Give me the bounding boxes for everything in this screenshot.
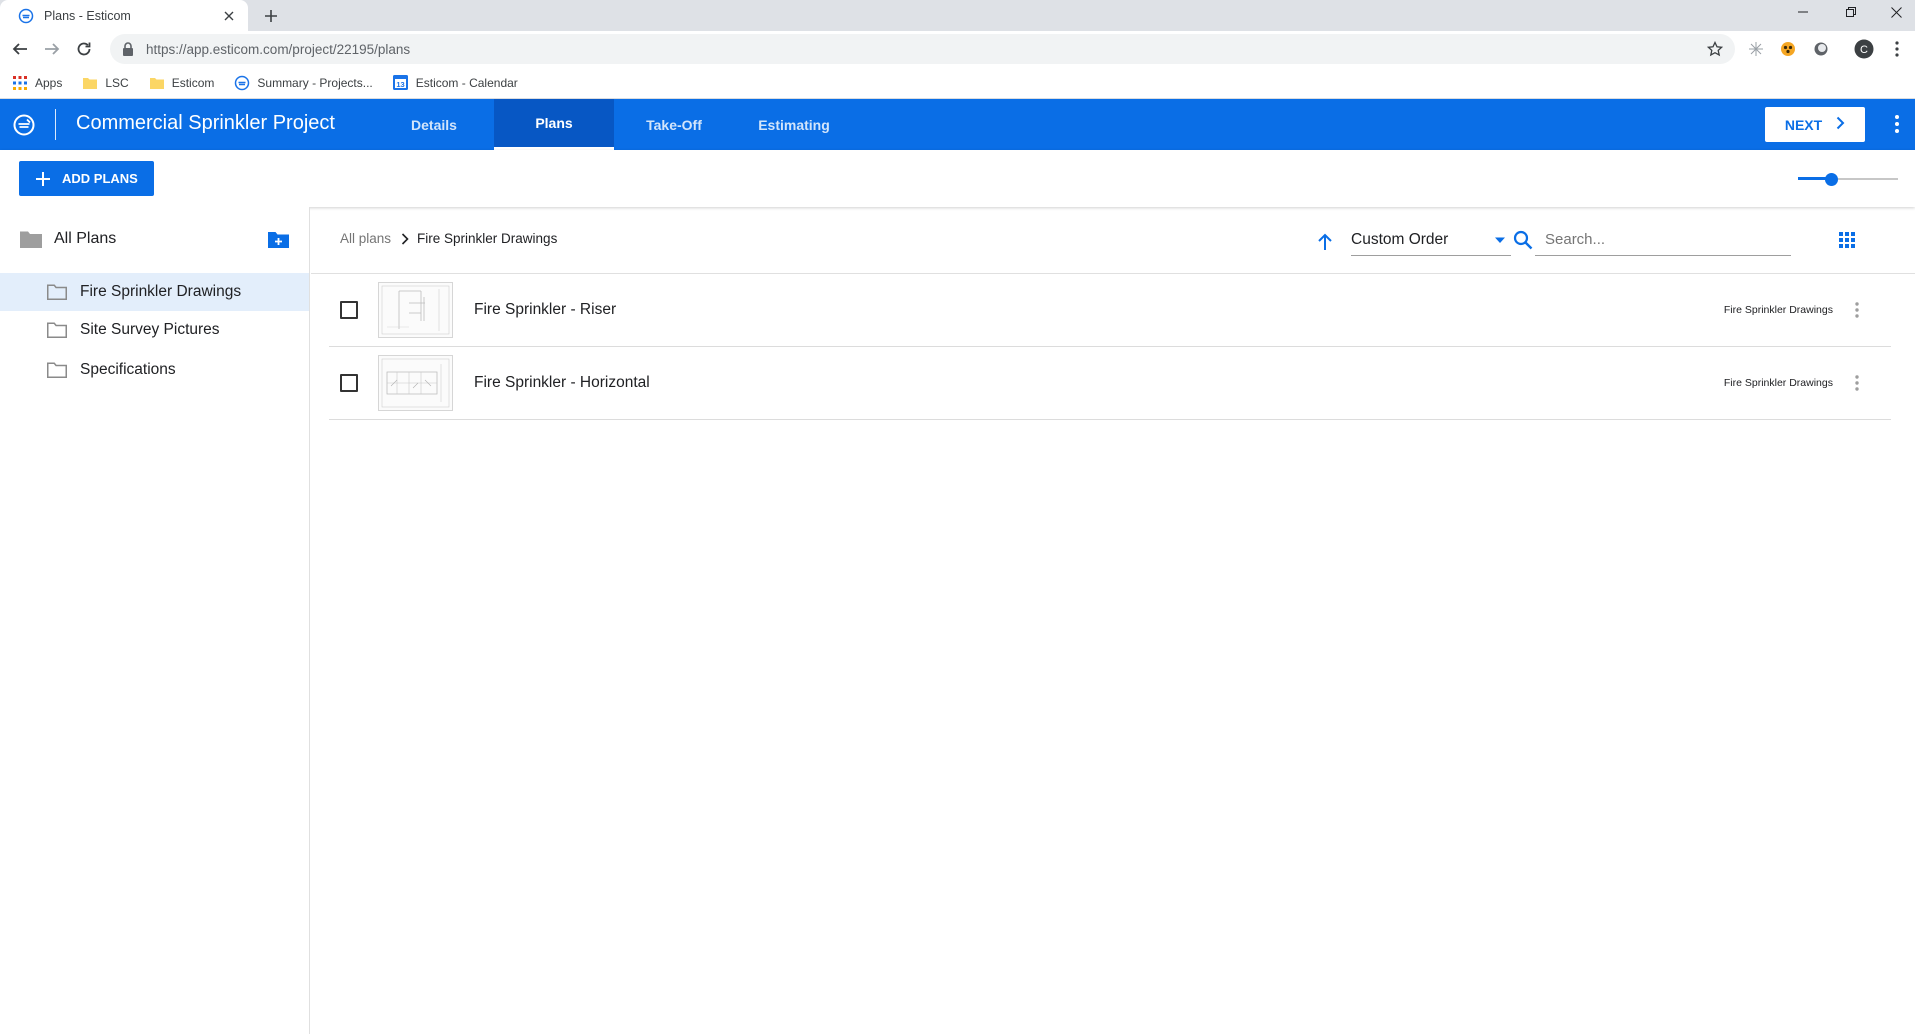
folder-filled-icon <box>20 230 42 248</box>
browser-tab[interactable]: Plans - Esticom <box>0 0 248 31</box>
forward-arrow-icon[interactable] <box>40 37 64 61</box>
tab-plans[interactable]: Plans <box>494 99 614 150</box>
sidebar-item-fire-sprinkler-drawings[interactable]: Fire Sprinkler Drawings <box>0 273 309 311</box>
calendar-icon: 13 <box>393 75 409 91</box>
sort-order-select[interactable]: Custom Order <box>1351 224 1511 256</box>
more-vert-icon[interactable] <box>1885 112 1909 136</box>
sidebar-item-label: Fire Sprinkler Drawings <box>80 283 242 300</box>
add-plans-label: ADD PLANS <box>62 171 138 186</box>
folder-outline-icon <box>47 362 67 378</box>
lock-icon <box>122 42 136 56</box>
bookmark-star-icon[interactable] <box>1705 39 1725 59</box>
sidebar-item-all-plans[interactable]: All Plans <box>0 219 309 259</box>
chevron-right-icon <box>398 232 412 246</box>
plan-name[interactable]: Fire Sprinkler - Riser <box>474 301 1724 319</box>
plan-checkbox[interactable] <box>340 301 358 319</box>
address-bar[interactable]: https://app.esticom.com/project/22195/pl… <box>110 34 1735 64</box>
esticom-logo-icon <box>234 75 250 91</box>
sidebar-item-specifications[interactable]: Specifications <box>0 351 309 389</box>
sidebar-item-label: Specifications <box>80 361 176 378</box>
tab-estimating[interactable]: Estimating <box>734 99 854 150</box>
action-bar: ADD PLANS <box>0 150 1915 207</box>
folder-icon <box>149 75 165 91</box>
address-url: https://app.esticom.com/project/22195/pl… <box>146 41 411 57</box>
reload-icon[interactable] <box>72 37 96 61</box>
tab-title: Plans - Esticom <box>44 8 131 23</box>
plan-row[interactable]: Fire Sprinkler - Riser Fire Sprinkler Dr… <box>329 274 1891 347</box>
bookmarks-bar: Apps LSC Esticom Summary - Projects... 1… <box>0 67 1915 99</box>
app-header: Commercial Sprinkler Project Details Pla… <box>0 99 1915 150</box>
bookmark-esticom-calendar[interactable]: 13 Esticom - Calendar <box>393 75 518 91</box>
bookmark-label: LSC <box>105 75 129 90</box>
browser-tabstrip: Plans - Esticom <box>0 0 1915 31</box>
sort-ascending-arrow-icon[interactable] <box>1315 232 1335 252</box>
close-window-icon[interactable] <box>1876 0 1915 24</box>
tab-take-off[interactable]: Take-Off <box>614 99 734 150</box>
new-folder-icon[interactable] <box>267 229 289 249</box>
more-vert-icon[interactable] <box>1847 371 1867 395</box>
bookmark-lsc[interactable]: LSC <box>82 75 129 91</box>
header-divider <box>55 109 56 140</box>
tab-details[interactable]: Details <box>374 99 494 150</box>
add-plans-button[interactable]: ADD PLANS <box>19 161 154 196</box>
breadcrumb: All plans Fire Sprinkler Drawings <box>340 231 557 246</box>
more-vert-icon[interactable] <box>1847 298 1867 322</box>
new-tab-icon[interactable] <box>258 3 284 29</box>
sidebar-item-site-survey-pictures[interactable]: Site Survey Pictures <box>0 311 309 349</box>
breadcrumb-current: Fire Sprinkler Drawings <box>417 231 558 246</box>
sort-order-value: Custom Order <box>1351 230 1449 248</box>
plan-folder-label: Fire Sprinkler Drawings <box>1723 377 1833 389</box>
plan-folder-label: Fire Sprinkler Drawings <box>1723 304 1833 316</box>
search-icon[interactable] <box>1512 229 1534 251</box>
restore-icon[interactable] <box>1831 0 1871 24</box>
plan-row[interactable]: Fire Sprinkler - Horizontal Fire Sprinkl… <box>329 347 1891 420</box>
extension-snowflake-icon[interactable] <box>1746 39 1766 59</box>
bookmark-label: Apps <box>35 75 63 90</box>
bookmark-label: Esticom - Calendar <box>415 75 518 90</box>
bookmark-apps[interactable]: Apps <box>12 75 62 91</box>
next-button-label: NEXT <box>1784 116 1823 133</box>
folder-outline-icon <box>47 284 67 300</box>
esticom-logo-icon[interactable] <box>12 113 36 137</box>
project-title: Commercial Sprinkler Project <box>76 112 335 134</box>
profile-initial: C <box>1860 44 1868 56</box>
profile-avatar[interactable]: C <box>1854 39 1874 59</box>
folder-icon <box>82 75 98 91</box>
sidebar-item-label: Site Survey Pictures <box>80 321 220 338</box>
calendar-badge: 13 <box>397 80 405 89</box>
plans-main-panel: All plans Fire Sprinkler Drawings Custom… <box>311 207 1915 1034</box>
bookmark-label: Esticom <box>171 75 215 90</box>
bookmark-esticom[interactable]: Esticom <box>149 75 215 91</box>
minimize-icon[interactable] <box>1783 0 1823 24</box>
browser-menu-icon[interactable] <box>1887 39 1907 59</box>
folder-outline-icon <box>47 322 67 338</box>
plan-name[interactable]: Fire Sprinkler - Horizontal <box>474 374 1724 392</box>
grid-view-icon[interactable] <box>1836 229 1858 251</box>
extension-honey-icon[interactable] <box>1778 39 1798 59</box>
bookmark-summary-projects[interactable]: Summary - Projects... <box>234 75 373 91</box>
plus-icon <box>34 170 52 188</box>
plan-checkbox[interactable] <box>340 374 358 392</box>
caret-down-icon <box>1493 233 1507 247</box>
esticom-favicon-icon <box>18 8 34 24</box>
plan-thumbnail[interactable] <box>378 355 453 411</box>
extension-circle-icon[interactable] <box>1811 39 1831 59</box>
back-arrow-icon[interactable] <box>8 37 32 61</box>
bookmark-label: Summary - Projects... <box>257 75 373 90</box>
zoom-slider[interactable] <box>1798 173 1898 186</box>
chevron-right-icon <box>1836 116 1845 133</box>
tab-close-icon[interactable] <box>218 5 240 27</box>
folder-sidebar: All Plans Fire Sprinkler Drawings Site S… <box>0 207 310 1034</box>
search-input[interactable] <box>1535 224 1791 256</box>
breadcrumb-root-link[interactable]: All plans <box>340 231 391 246</box>
next-button[interactable]: NEXT <box>1765 107 1865 142</box>
zoom-thumb[interactable] <box>1825 173 1838 186</box>
sidebar-root-label: All Plans <box>54 230 117 247</box>
apps-grid-icon <box>12 75 28 91</box>
plan-thumbnail[interactable] <box>378 282 453 338</box>
browser-toolbar: https://app.esticom.com/project/22195/pl… <box>0 31 1915 67</box>
